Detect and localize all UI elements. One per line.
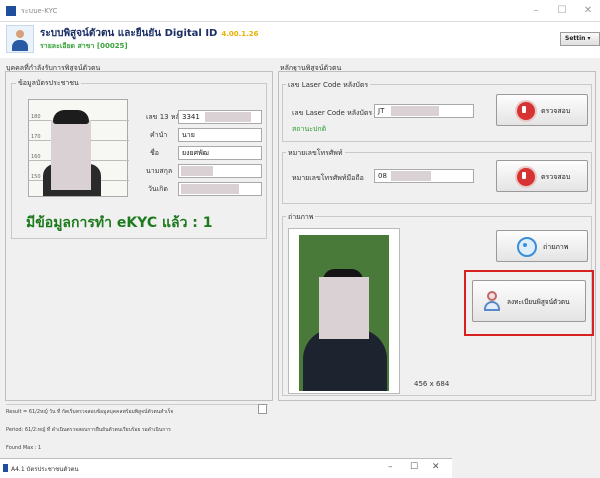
register-identity-label: ลงทะเบียนพิสูจน์ตัวตน xyxy=(507,298,570,306)
window-title: ระบบe-KYC xyxy=(21,7,58,15)
secondary-maximize-button[interactable]: ☐ xyxy=(410,462,418,472)
portrait-hair xyxy=(53,110,89,124)
laser-code-label: เลข Laser Code หลังบัตร xyxy=(292,109,373,117)
field-label-firstname: ชื่อ xyxy=(150,149,159,157)
redaction-block xyxy=(181,184,239,194)
id-card-photo: 180 170 160 150 xyxy=(28,99,129,197)
user-logo-icon xyxy=(6,25,34,53)
capture-photo-label: ถ่ายภาพ xyxy=(543,243,569,251)
secondary-close-button[interactable]: ✕ xyxy=(432,462,440,472)
window-titlebar: ระบบe-KYC – ☐ ✕ xyxy=(0,0,600,22)
log-line: Found Max : 1 xyxy=(6,445,42,451)
field-label-lastname: นามสกุล xyxy=(146,167,173,175)
phone-group-title: หมายเลขโทรศัพท์ xyxy=(286,148,345,159)
log-scroll-button[interactable] xyxy=(258,404,267,414)
register-identity-button[interactable]: ลงทะเบียนพิสูจน์ตัวตน xyxy=(472,280,586,322)
photo-group-title: ถ่ายภาพ xyxy=(286,212,316,223)
phone-label: หมายเลขโทรศัพท์มือถือ xyxy=(292,174,364,182)
ekyc-status-text: มีข้อมูลการทำ eKYC แล้ว : 1 xyxy=(26,215,213,231)
secondary-app-icon xyxy=(3,464,8,472)
redacted-face xyxy=(319,277,369,339)
title-field[interactable]: นาย xyxy=(178,128,262,142)
field-label-birthdate: วันเกิด xyxy=(148,185,168,193)
verify-badge-icon xyxy=(515,166,537,188)
secondary-window-bar: A4.1 บัตรประชาชนตัวตน – ☐ ✕ xyxy=(0,458,452,478)
photo-size-label: 456 x 684 xyxy=(414,380,450,388)
birthdate-field[interactable] xyxy=(178,182,262,196)
redacted-face xyxy=(51,120,91,190)
capture-photo-button[interactable]: ถ่ายภาพ xyxy=(496,230,588,262)
redaction-block xyxy=(391,106,439,116)
field-label-title: คำนำ xyxy=(150,131,168,139)
redaction-block xyxy=(205,112,251,122)
id-number-field[interactable]: 3341 xyxy=(178,110,262,124)
maximize-button[interactable]: ☐ xyxy=(550,3,574,19)
redaction-block xyxy=(181,166,213,176)
app-title: ระบบพิสูจน์ตัวตน และยืนยัน Digital ID 4.0… xyxy=(40,26,259,41)
close-button[interactable]: ✕ xyxy=(576,3,600,19)
verify-laser-label: ตรวจสอบ xyxy=(541,107,571,115)
webcam-icon xyxy=(517,237,537,257)
register-person-icon xyxy=(483,291,503,313)
firstname-field[interactable]: ยงยศพัฒ xyxy=(178,146,262,160)
verify-badge-icon xyxy=(515,100,537,122)
logo-body xyxy=(12,40,28,51)
captured-photo xyxy=(288,228,400,394)
app-title-text: ระบบพิสูจน์ตัวตน และยืนยัน Digital ID xyxy=(40,28,218,39)
verify-laser-button[interactable]: ตรวจสอบ xyxy=(496,94,588,126)
laser-code-input[interactable]: JT xyxy=(374,104,474,118)
log-line: Result = 61/2หญ์ วัน ที่ กัตเริ่มตรวจสอบ… xyxy=(6,409,174,415)
log-area: Result = 61/2หญ์ วัน ที่ กัตเริ่มตรวจสอบ… xyxy=(6,404,268,456)
verify-phone-button[interactable]: ตรวจสอบ xyxy=(496,160,588,192)
logo-head xyxy=(16,30,24,38)
lastname-field[interactable] xyxy=(178,164,262,178)
branch-subtitle: รายละเอียด สาขา [00025] xyxy=(40,42,128,50)
app-version: 4.00.1.26 xyxy=(221,30,259,38)
laser-code-group-title: เลข Laser Code หลังบัตร xyxy=(286,80,371,91)
redaction-block xyxy=(391,171,431,181)
verify-phone-label: ตรวจสอบ xyxy=(541,173,571,181)
secondary-minimize-button[interactable]: – xyxy=(388,462,393,472)
secondary-window-title: A4.1 บัตรประชาชนตัวตน xyxy=(11,466,79,473)
log-line: Period: 61/2:หญ์ ที่ ดำเนินตรวจสอบการยืน… xyxy=(6,427,171,433)
laser-status-text: สถานะปกติ xyxy=(292,125,327,133)
app-icon xyxy=(6,6,16,16)
phone-input[interactable]: 08 xyxy=(374,169,474,183)
settings-button[interactable]: Settin ▾ xyxy=(560,32,600,46)
id-card-group-title: ข้อมูลบัตรประชาชน xyxy=(16,78,81,89)
minimize-button[interactable]: – xyxy=(524,3,548,19)
